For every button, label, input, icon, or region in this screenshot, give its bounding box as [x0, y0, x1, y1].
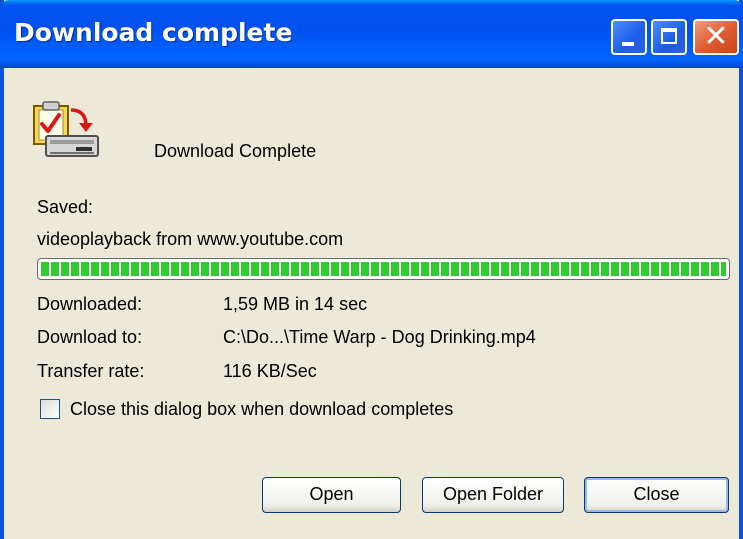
minimize-button[interactable] — [611, 19, 647, 55]
window-title: Download complete — [14, 18, 293, 47]
download-to-value: C:\Do...\Time Warp - Dog Drinking.mp4 — [223, 327, 536, 347]
transfer-rate-value: 116 KB/Sec — [223, 361, 317, 381]
progress-fill — [41, 262, 726, 276]
download-dialog: Download complete ✕ Download Complete Sa… — [0, 0, 743, 539]
download-complete-icon — [33, 101, 99, 157]
download-progress-bar — [37, 258, 730, 280]
close-when-done-checkbox[interactable] — [40, 399, 60, 419]
transfer-rate-label: Transfer rate: — [37, 361, 145, 381]
download-source: videoplayback from www.youtube.com — [37, 229, 344, 249]
close-when-done-label[interactable]: Close this dialog box when download comp… — [70, 399, 453, 420]
open-button[interactable]: Open — [262, 477, 401, 513]
close-icon: ✕ — [703, 19, 729, 54]
maximize-button[interactable] — [651, 19, 687, 55]
open-folder-button[interactable]: Open Folder — [422, 477, 564, 513]
saved-label: Saved: — [37, 197, 94, 217]
close-window-button[interactable]: ✕ — [693, 19, 739, 55]
downloaded-label: Downloaded: — [37, 294, 143, 314]
download-to-label: Download to: — [37, 327, 143, 347]
minimize-icon — [622, 42, 634, 46]
downloaded-value: 1,59 MB in 14 sec — [223, 294, 368, 314]
close-button[interactable]: Close — [584, 477, 729, 513]
title-bar[interactable]: Download complete ✕ — [0, 0, 743, 68]
status-headline: Download Complete — [154, 141, 317, 161]
maximize-icon — [661, 28, 677, 44]
